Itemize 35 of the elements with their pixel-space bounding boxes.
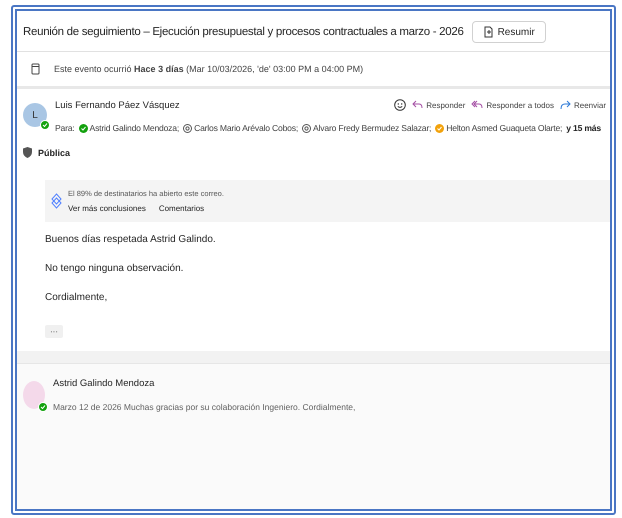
insights-icon [51, 193, 62, 209]
show-more-button[interactable]: ··· [45, 325, 63, 338]
recipient-name[interactable]: Astrid Galindo Mendoza; [90, 123, 180, 133]
forward-icon [560, 100, 571, 110]
insight-link[interactable]: Comentarios [158, 204, 204, 213]
available-status-icon [78, 124, 88, 132]
more-recipients-link[interactable]: y 15 más [566, 123, 601, 133]
event-notice: Este evento ocurrió Hace 3 días (Mar 10/03/2026, 'de' 03:00 PM a 04:00 PM) [54, 64, 364, 74]
recipient-name[interactable]: Alvaro Fredy Bermudez Salazar; [313, 123, 432, 133]
sender-name: Astrid Galindo Mendoza [53, 378, 156, 389]
reply-all-icon [471, 100, 484, 110]
to-label: Para: [55, 123, 75, 133]
away-status-icon [435, 124, 444, 132]
emoji-icon[interactable] [394, 99, 406, 111]
reply-icon [412, 100, 424, 110]
forward-button[interactable]: Reenviar [560, 100, 606, 110]
email-subject: Reunión de seguimiento – Ejecución presupuestal y procesos contractuales a marzo - 2026 [23, 26, 464, 38]
message-preview: Marzo 12 de 2026 Muchas gracias por su colaboración Ingeniero. Cordialmente, [53, 402, 356, 412]
sender-name: Luis Fernando Páez Vásquez [55, 100, 180, 110]
reply-button[interactable]: Responder [412, 100, 466, 110]
body-paragraph: Cordialmente, [45, 292, 108, 303]
recipient-name[interactable]: Carlos Mario Arévalo Cobos; [194, 123, 298, 133]
insight-link[interactable]: Ver más conclusiones [68, 204, 146, 213]
recipient-name[interactable]: Helton Asmed Guaqueta Olarte; [446, 123, 562, 133]
shield-icon [23, 147, 32, 158]
unknown-status-icon [302, 124, 312, 132]
calendar-icon [31, 63, 40, 75]
body-paragraph: Buenos días respetada Astrid Galindo. [45, 234, 217, 245]
document-icon [482, 26, 494, 38]
summarize-button[interactable]: Resumir [472, 21, 546, 43]
reply-all-button[interactable]: Responder a todos [471, 100, 554, 110]
sensitivity-label: Pública [38, 148, 70, 158]
avatar: L [23, 103, 47, 127]
body-paragraph: No tengo ninguna observación. [45, 263, 184, 274]
unknown-status-icon [183, 124, 192, 132]
